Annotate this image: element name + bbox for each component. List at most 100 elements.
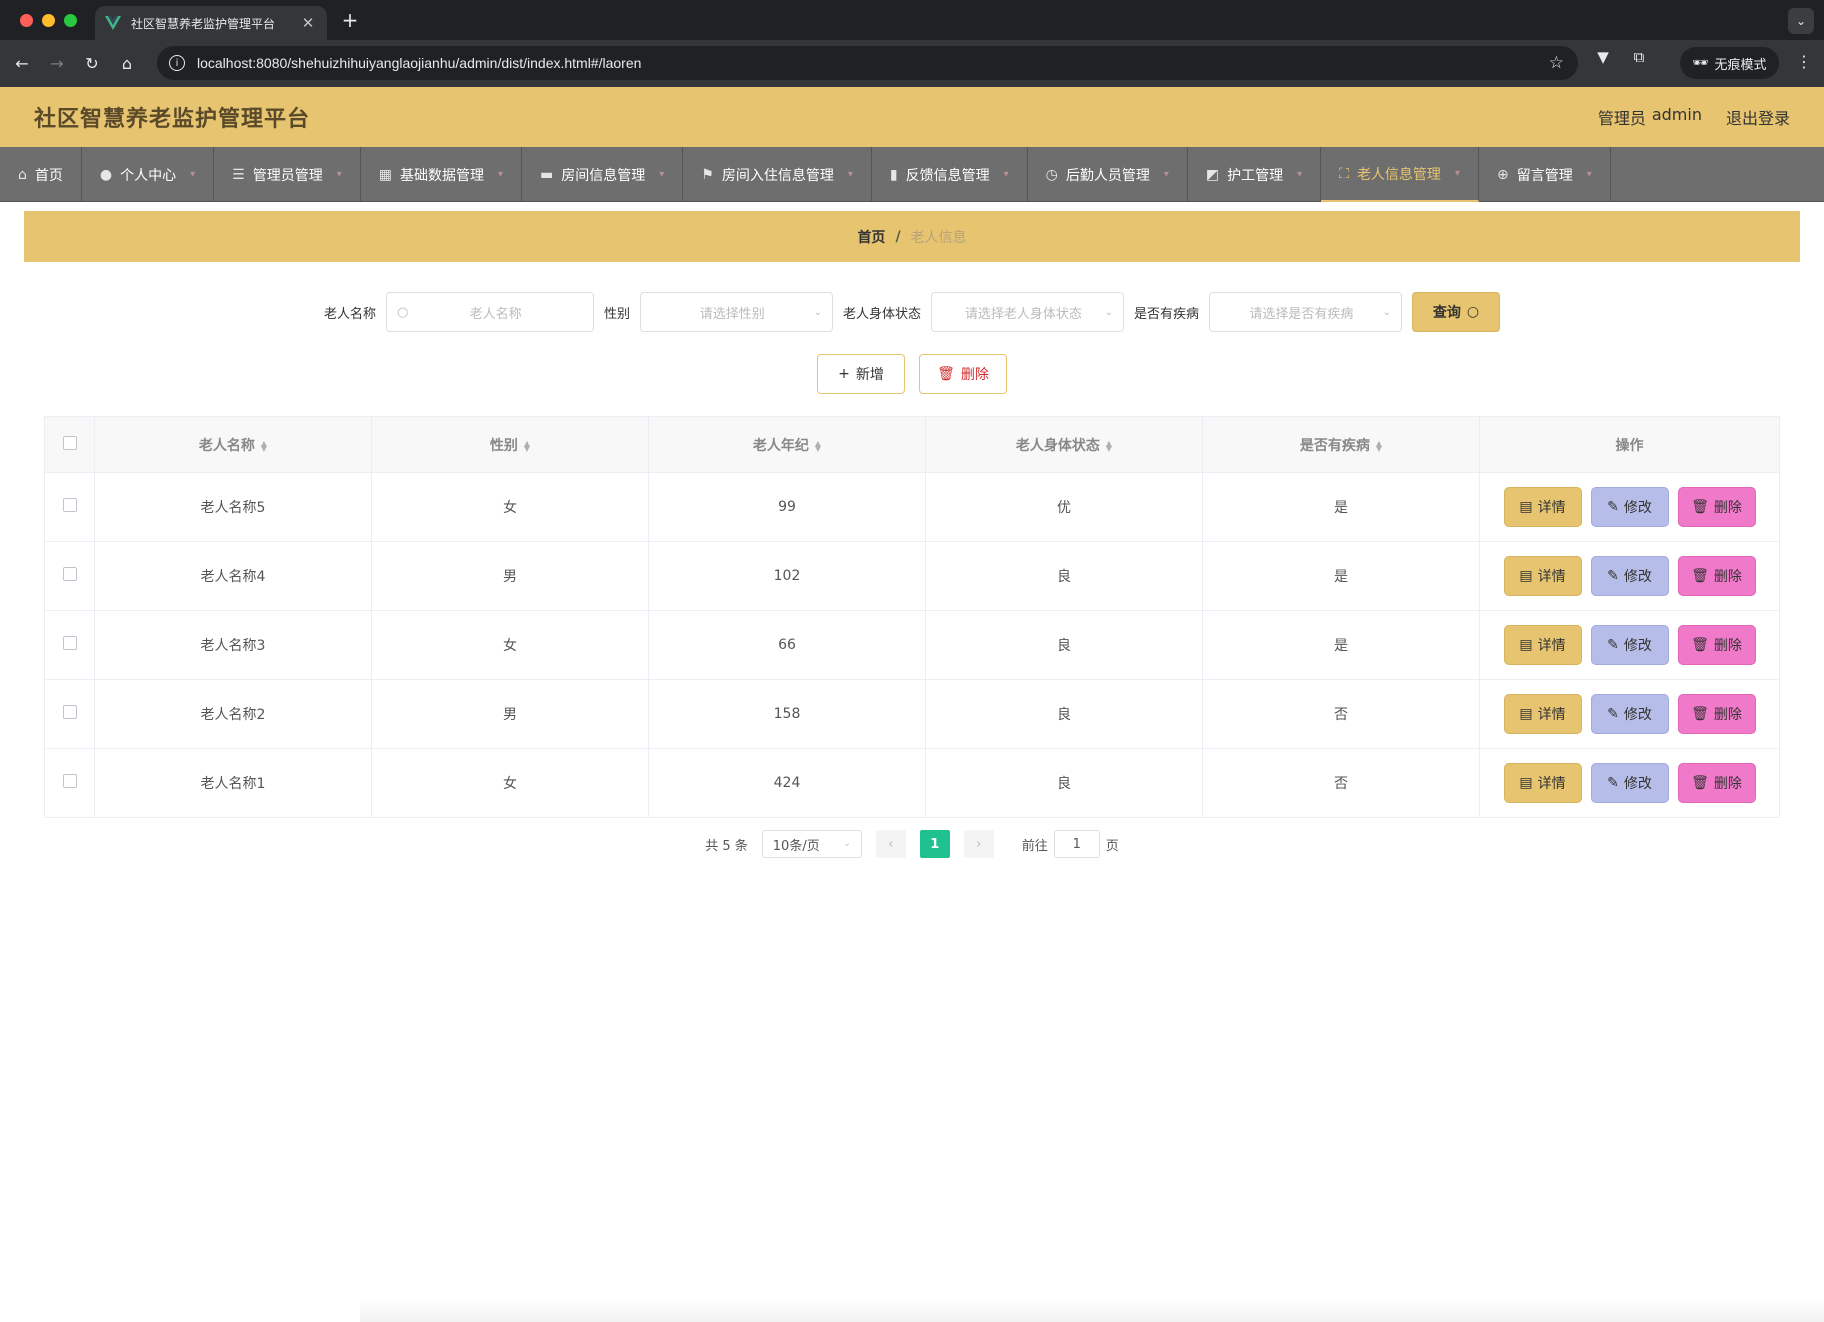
extensions-puzzle-icon[interactable]: ⧉: [1628, 48, 1650, 66]
row-checkbox[interactable]: [62, 705, 77, 719]
select-all-checkbox[interactable]: [62, 435, 77, 450]
cell-gender: 女: [371, 610, 649, 680]
cell-name: 老人名称3: [94, 610, 372, 680]
row-checkbox[interactable]: [62, 636, 77, 650]
sort-icon[interactable]: ▲ ▼: [815, 439, 821, 452]
edit-label: 修改: [1623, 569, 1652, 585]
url-field[interactable]: i localhost:8080/shehuizhihuiyanglaojian…: [157, 46, 1578, 80]
chevron-down-icon: ▾: [336, 169, 342, 180]
menu-item-admin[interactable]: ☰ 管理员管理 ▾: [214, 147, 361, 202]
detail-button[interactable]: ▤ 详情: [1503, 625, 1582, 665]
site-info-icon[interactable]: i: [169, 55, 185, 71]
goto-page-input[interactable]: 1: [1053, 830, 1100, 858]
column-status-label: 老人身体状态: [1015, 437, 1100, 454]
column-disease-label: 是否有疾病: [1299, 437, 1370, 454]
goto-suffix: 页: [1105, 838, 1119, 854]
browser-tab[interactable]: 社区智慧养老监护管理平台 ✕: [95, 6, 327, 40]
cell-disease: 否: [1202, 679, 1480, 749]
extension-v-icon[interactable]: ▼: [1592, 48, 1614, 66]
back-icon[interactable]: ←: [9, 51, 35, 77]
detail-button[interactable]: ▤ 详情: [1503, 556, 1582, 596]
sort-icon[interactable]: ▲ ▼: [524, 439, 530, 452]
sort-icon[interactable]: ▲ ▼: [1376, 439, 1382, 452]
chevron-down-icon: ▾: [1163, 169, 1169, 180]
menu-item-label: 基础数据管理: [399, 167, 484, 184]
close-tab-icon[interactable]: ✕: [299, 14, 317, 32]
query-button[interactable]: 查询 ○: [1412, 292, 1501, 332]
column-header[interactable]: 老人名称 ▲ ▼: [94, 416, 372, 473]
column-header[interactable]: 性别 ▲ ▼: [371, 416, 649, 473]
next-page-button[interactable]: ›: [963, 830, 994, 858]
column-header[interactable]: 是否有疾病 ▲ ▼: [1202, 416, 1480, 473]
menu-item-checkin[interactable]: ⚑ 房间入住信息管理 ▾: [683, 147, 872, 202]
detail-label: 详情: [1537, 707, 1566, 723]
prev-page-button[interactable]: ‹: [875, 830, 906, 858]
menu-item-messages[interactable]: ⊕ 留言管理 ▾: [1479, 147, 1611, 202]
app-title: 社区智慧养老监护管理平台: [34, 107, 311, 132]
breadcrumb-home[interactable]: 首页: [857, 227, 885, 247]
edit-button[interactable]: ✎ 修改: [1590, 625, 1669, 665]
disease-placeholder: 请选择是否有疾病: [1249, 306, 1354, 322]
sort-icon[interactable]: ▲ ▼: [261, 439, 267, 452]
delete-button[interactable]: 🗑 删除: [1677, 625, 1756, 665]
new-tab-button[interactable]: +: [338, 8, 362, 32]
edit-button[interactable]: ✎ 修改: [1590, 556, 1669, 596]
status-select[interactable]: 请选择老人身体状态 ⌄: [931, 292, 1125, 332]
menu-item-base-data[interactable]: ▦ 基础数据管理 ▾: [361, 147, 522, 202]
menu-item-profile[interactable]: ● 个人中心 ▾: [82, 147, 215, 202]
cell-disease: 否: [1202, 748, 1480, 818]
page-size-select[interactable]: 10条/页 ⌄: [761, 830, 862, 858]
menu-item-elderly[interactable]: ⛶ 老人信息管理 ▾: [1321, 147, 1479, 202]
sort-icon[interactable]: ▲ ▼: [1106, 439, 1112, 452]
tab-search-button[interactable]: ⌄: [1788, 8, 1814, 34]
disease-select[interactable]: 请选择是否有疾病 ⌄: [1209, 292, 1403, 332]
home-icon[interactable]: ⌂: [114, 51, 140, 77]
trash-icon: 🗑: [1691, 568, 1709, 584]
trend-icon: ◩: [1205, 166, 1220, 183]
delete-button[interactable]: 🗑 删除: [1677, 694, 1756, 734]
row-checkbox[interactable]: [62, 567, 77, 581]
logout-link[interactable]: 退出登录: [1726, 105, 1790, 129]
name-search-input[interactable]: ○ 老人名称: [385, 292, 594, 332]
edit-button[interactable]: ✎ 修改: [1590, 487, 1669, 527]
name-placeholder: 老人名称: [469, 306, 522, 322]
flag-icon: ⚑: [701, 166, 714, 183]
menu-item-home[interactable]: ⌂ 首页: [0, 147, 82, 202]
delete-button[interactable]: 🗑 删除: [1677, 556, 1756, 596]
delete-button[interactable]: 🗑 删除: [1677, 487, 1756, 527]
cell-disease: 是: [1202, 610, 1480, 680]
menu-item-rooms[interactable]: ▬ 房间信息管理 ▾: [522, 147, 684, 202]
menu-item-logistics[interactable]: ◷ 后勤人员管理 ▾: [1028, 147, 1188, 202]
incognito-badge[interactable]: 🕶 无痕模式: [1680, 47, 1779, 79]
vue-logo-icon: [105, 16, 121, 30]
menu-item-caregivers[interactable]: ◩ 护工管理 ▾: [1188, 147, 1322, 202]
room-icon: ▬: [540, 166, 554, 183]
batch-delete-button[interactable]: 🗑 删除: [919, 354, 1007, 394]
detail-button[interactable]: ▤ 详情: [1503, 487, 1582, 527]
detail-label: 详情: [1537, 569, 1566, 585]
close-window-button[interactable]: [20, 14, 33, 27]
add-button[interactable]: + 新增: [817, 354, 905, 394]
menu-item-feedback[interactable]: ▮ 反馈信息管理 ▾: [872, 147, 1028, 202]
chevron-down-icon: ▾: [659, 169, 665, 180]
gender-select[interactable]: 请选择性别 ⌄: [640, 292, 833, 332]
row-checkbox[interactable]: [62, 774, 77, 788]
reload-icon[interactable]: ↻: [79, 51, 105, 77]
row-actions-cell: ▤ 详情 ✎ 修改 🗑 删除: [1479, 610, 1780, 680]
detail-button[interactable]: ▤ 详情: [1503, 694, 1582, 734]
browser-menu-icon[interactable]: ⋮: [1796, 52, 1812, 71]
page-number[interactable]: 1: [919, 830, 950, 858]
column-actions-label: 操作: [1615, 437, 1644, 454]
edit-button[interactable]: ✎ 修改: [1590, 694, 1669, 734]
minimize-window-button[interactable]: [42, 14, 55, 27]
maximize-window-button[interactable]: [64, 14, 77, 27]
row-checkbox[interactable]: [62, 498, 77, 512]
bookmark-star-icon[interactable]: ☆: [1549, 53, 1564, 73]
edit-button[interactable]: ✎ 修改: [1590, 763, 1669, 803]
detail-button[interactable]: ▤ 详情: [1503, 763, 1582, 803]
column-header[interactable]: 老人年纪 ▲ ▼: [648, 416, 926, 473]
delete-button[interactable]: 🗑 删除: [1677, 763, 1756, 803]
column-header[interactable]: 老人身体状态 ▲ ▼: [925, 416, 1203, 473]
cell-status: 良: [925, 541, 1203, 611]
forward-icon[interactable]: →: [44, 51, 70, 77]
